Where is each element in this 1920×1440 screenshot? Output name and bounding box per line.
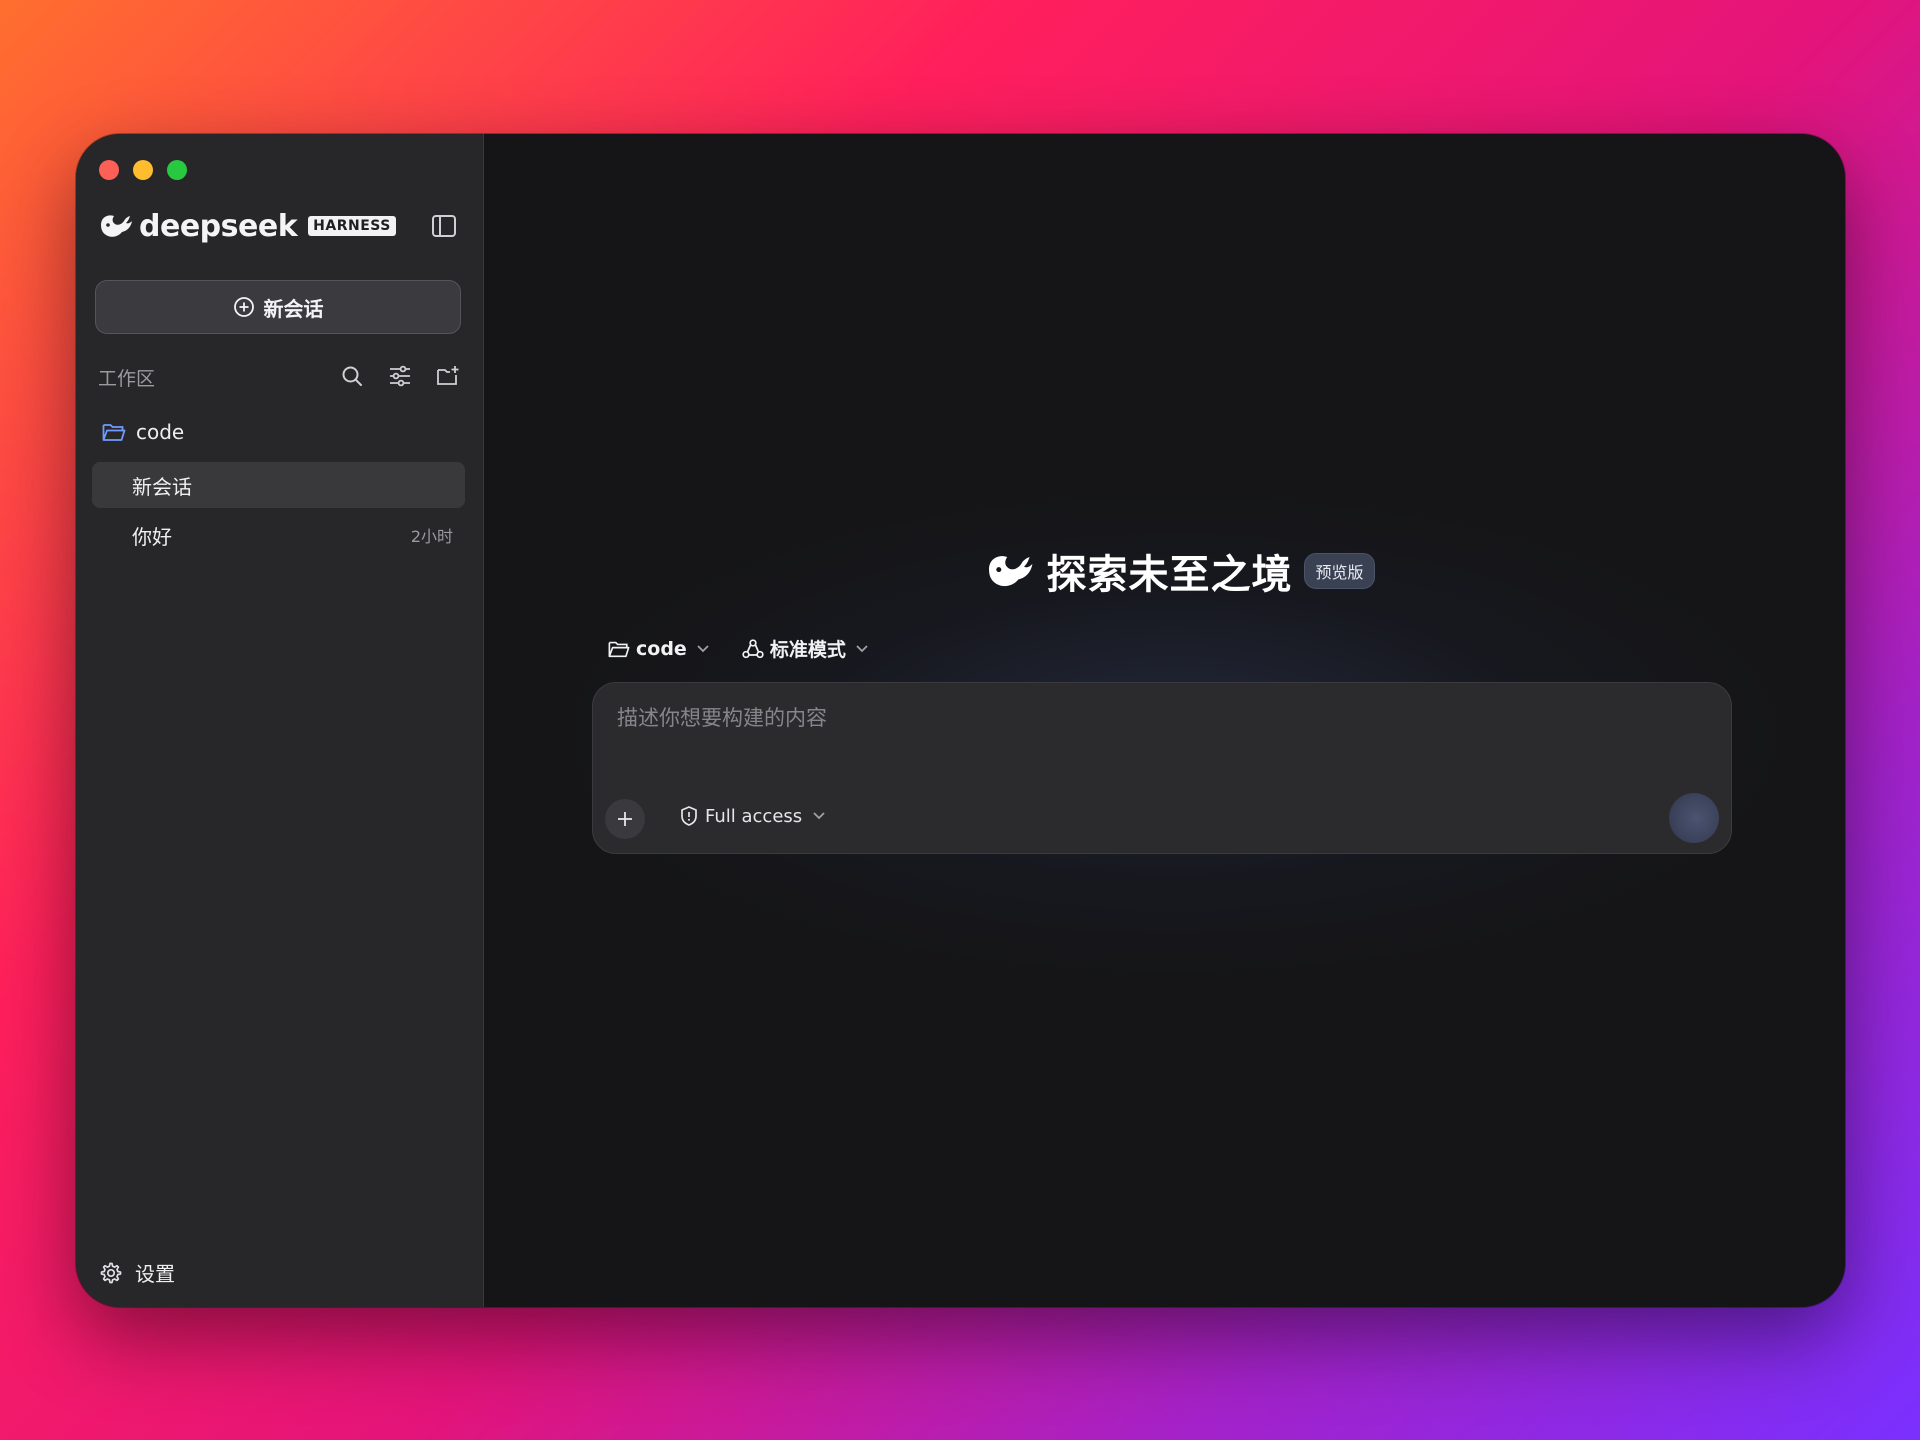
minimize-window-button[interactable] — [133, 160, 153, 180]
workspace-label: 工作区 — [98, 368, 156, 390]
sidebar-toggle-icon[interactable] — [431, 214, 457, 238]
sliders-icon[interactable] — [388, 364, 412, 388]
folder-open-icon — [608, 641, 630, 657]
composer: Full access — [592, 682, 1732, 854]
workspace-folder[interactable]: code — [102, 420, 184, 444]
app-window: deepseek HARNESS 新会话 工作区 code 新会话 你好 2小时… — [76, 134, 1845, 1307]
mode-picker-label: 标准模式 — [769, 639, 846, 661]
hero: 探索未至之境 预览版 — [484, 542, 1845, 600]
send-button[interactable] — [1669, 793, 1719, 843]
brand-name: deepseek — [139, 208, 298, 244]
folder-name: code — [136, 420, 185, 444]
access-picker[interactable]: Full access — [679, 805, 826, 827]
access-label: Full access — [705, 805, 803, 827]
folder-picker[interactable]: code — [608, 635, 710, 662]
window-controls — [99, 160, 187, 180]
plus-icon — [618, 812, 632, 826]
workspace-tools — [340, 364, 460, 388]
folder-plus-icon[interactable] — [436, 364, 460, 388]
mode-nodes-icon — [742, 638, 764, 658]
main-panel: 探索未至之境 预览版 code 标准模式 描述你想要构建的内容 Full acc… — [484, 134, 1845, 1307]
brand-badge: HARNESS — [308, 216, 396, 236]
sidebar: deepseek HARNESS 新会话 工作区 code 新会话 你好 2小时… — [76, 134, 484, 1307]
chevron-down-icon — [856, 644, 868, 652]
attach-button[interactable] — [605, 799, 645, 839]
conversation-time: 2小时 — [410, 527, 453, 546]
prompt-input[interactable] — [615, 705, 1699, 731]
folder-open-icon — [102, 424, 126, 441]
settings-label: 设置 — [135, 1262, 175, 1286]
mode-picker[interactable]: 标准模式 — [742, 635, 869, 662]
conversation-item[interactable]: 你好 2小时 — [92, 512, 465, 558]
whale-icon — [101, 215, 132, 237]
chevron-down-icon — [813, 812, 825, 820]
settings-button[interactable]: 设置 — [99, 1258, 175, 1287]
brand: deepseek HARNESS — [98, 206, 396, 246]
preview-badge: 预览版 — [1304, 553, 1375, 589]
hero-title: 探索未至之境 — [1046, 552, 1293, 598]
maximize-window-button[interactable] — [167, 160, 187, 180]
composer-pickers: code 标准模式 — [608, 635, 869, 662]
plus-circle-icon — [233, 297, 254, 317]
chevron-down-icon — [697, 644, 709, 652]
new-chat-button[interactable]: 新会话 — [95, 280, 461, 334]
conversation-item[interactable]: 新会话 — [92, 462, 465, 508]
close-window-button[interactable] — [99, 160, 119, 180]
whale-icon — [989, 556, 1033, 587]
conversation-title: 新会话 — [132, 474, 192, 499]
folder-picker-label: code — [636, 637, 687, 660]
shield-icon — [681, 806, 697, 826]
gear-icon — [100, 1262, 122, 1283]
new-chat-label: 新会话 — [263, 296, 324, 321]
search-icon[interactable] — [340, 364, 364, 388]
conversation-title: 你好 — [132, 524, 172, 549]
